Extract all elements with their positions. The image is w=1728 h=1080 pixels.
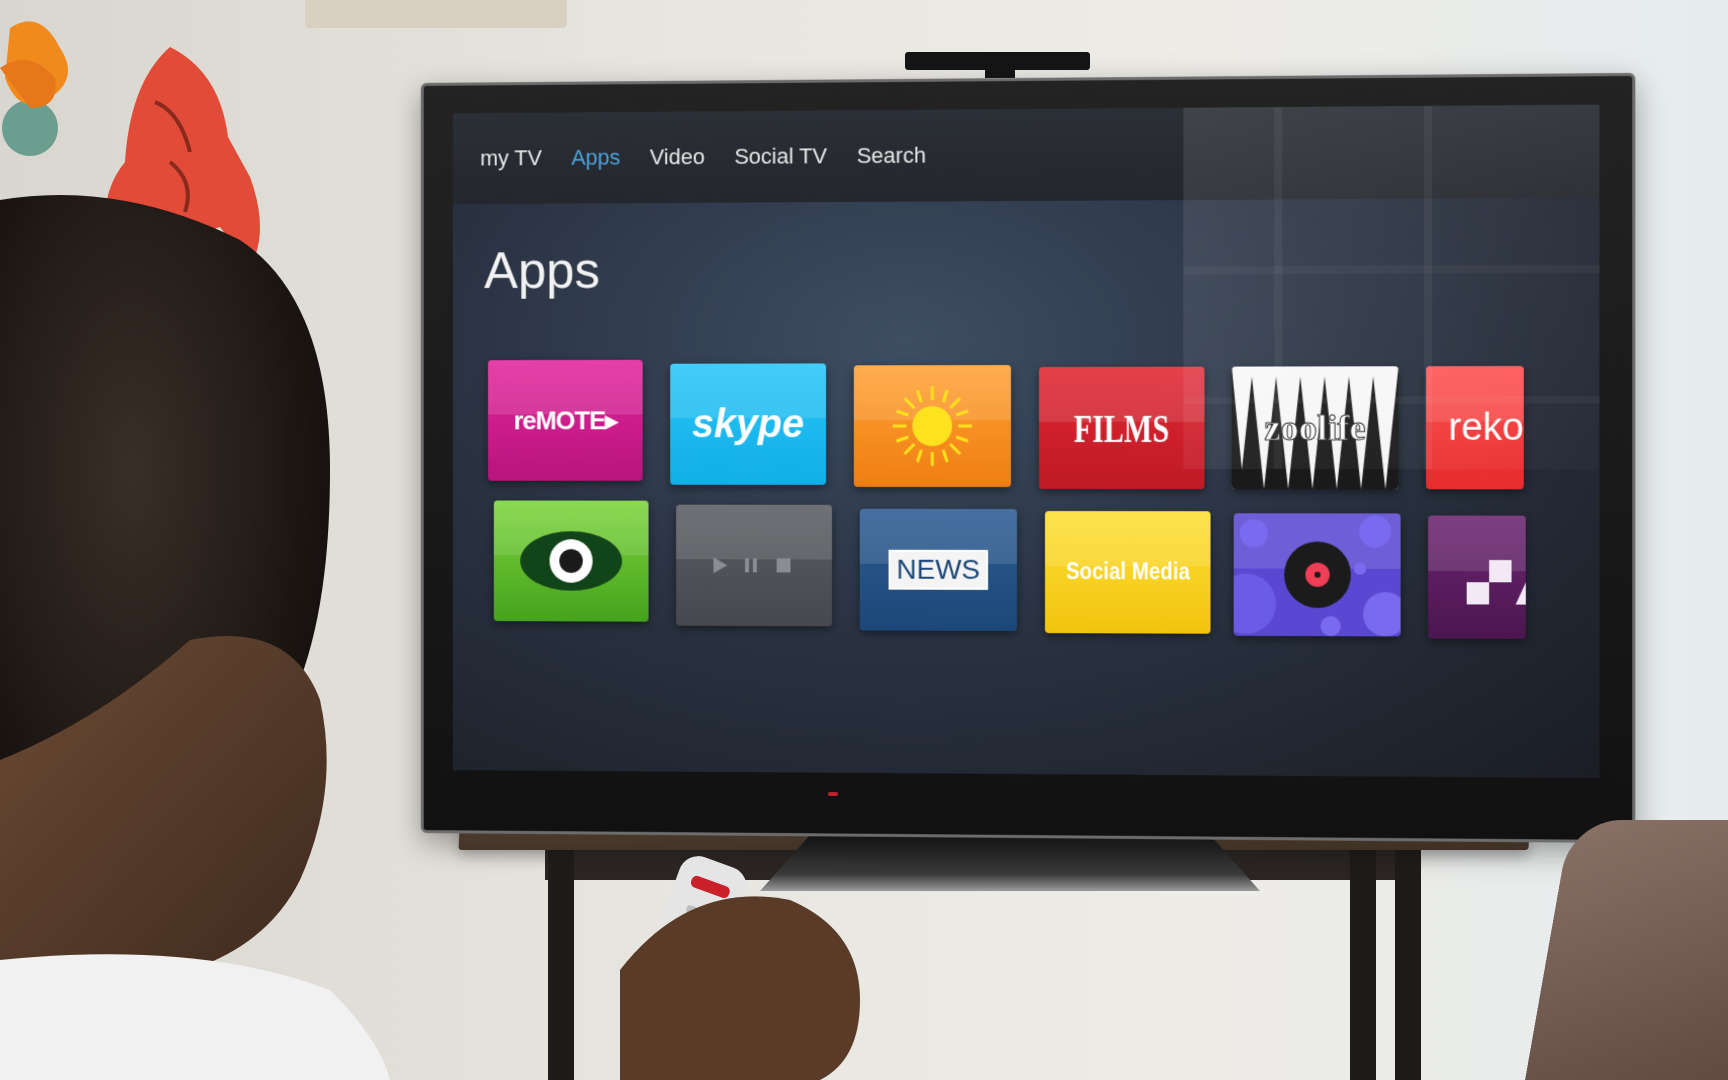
reko-logo: reko (1448, 406, 1523, 449)
table-leg (1350, 850, 1376, 1080)
app-tile-films[interactable]: FILMS (1039, 367, 1205, 489)
app-tile-music[interactable] (1234, 513, 1401, 636)
app-tile-social-media[interactable]: Social Media (1045, 511, 1211, 634)
films-logo: FILMS (1074, 404, 1169, 451)
app-tile-reko[interactable]: reko (1426, 366, 1524, 489)
person-silhouette (0, 0, 900, 1080)
app-tile-zoolife[interactable]: zoolife (1232, 366, 1399, 489)
pixel-blocks-icon (1428, 516, 1526, 639)
table-leg (1395, 850, 1421, 1080)
tv-camera (905, 52, 1090, 70)
news-logo: NEWS (889, 550, 989, 590)
zoolife-logo: zoolife (1264, 407, 1365, 449)
sofa-armrest (1525, 820, 1728, 1080)
app-tile-blocks[interactable] (1428, 516, 1526, 639)
social-media-logo: Social Media (1066, 558, 1190, 586)
sun-icon (891, 384, 975, 468)
vinyl-record-icon (1282, 539, 1353, 610)
